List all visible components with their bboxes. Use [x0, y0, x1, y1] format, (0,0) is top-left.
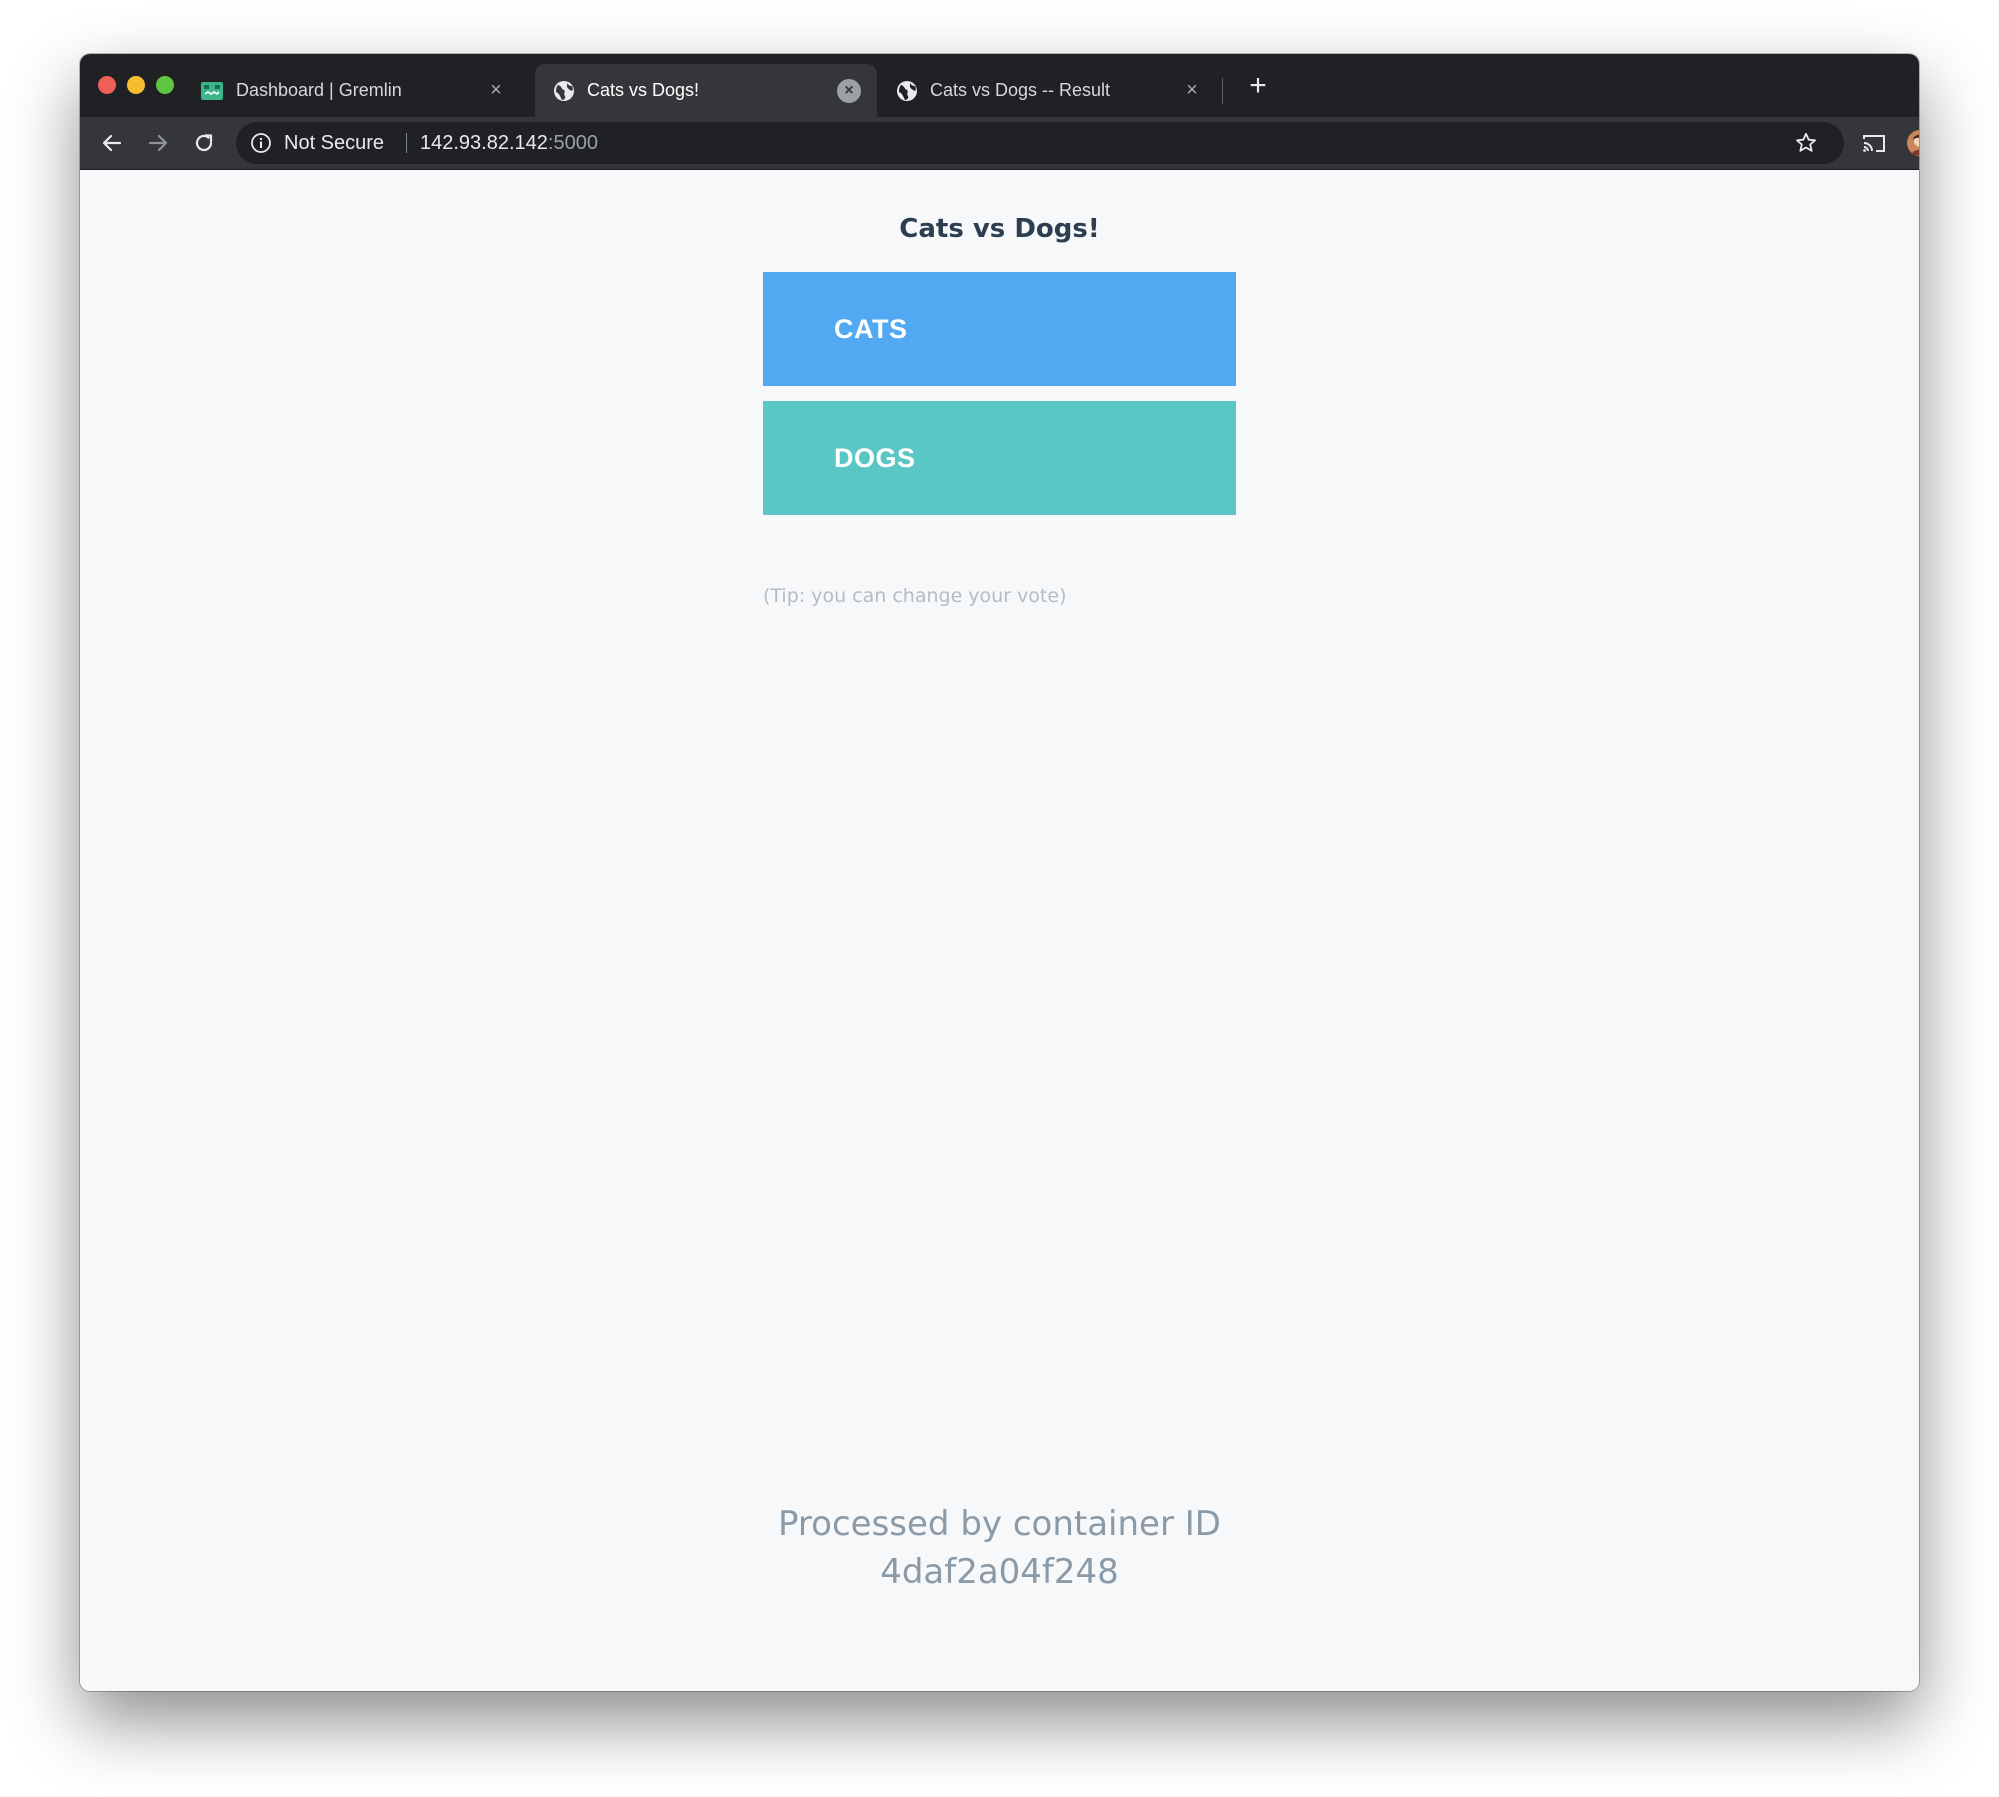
- reload-icon: [195, 134, 213, 152]
- address-separator: [406, 133, 407, 153]
- tab-title: Dashboard | Gremlin: [236, 80, 402, 100]
- profile-avatar[interactable]: [1904, 127, 1919, 159]
- minimize-window-button[interactable]: [127, 76, 145, 94]
- arrow-right-icon: [148, 134, 168, 152]
- info-icon[interactable]: [250, 132, 272, 154]
- back-button[interactable]: [96, 127, 128, 159]
- cast-button[interactable]: [1858, 127, 1890, 159]
- tab-divider: [1222, 78, 1223, 104]
- url-host: 142.93.82.142: [420, 132, 548, 154]
- cast-icon: [1863, 135, 1885, 152]
- bookmark-star-icon[interactable]: [1794, 131, 1818, 155]
- maximize-window-button[interactable]: [156, 76, 174, 94]
- container-id-value: 4daf2a04f248: [880, 1552, 1119, 1592]
- address-bar[interactable]: Not Secure 142.93.82.142:5000: [236, 122, 1844, 164]
- tab-close-icon[interactable]: ×: [484, 79, 508, 103]
- new-tab-button[interactable]: +: [1240, 68, 1276, 104]
- container-id-label: Processed by container ID: [778, 1504, 1221, 1544]
- globe-icon: [896, 80, 918, 102]
- vote-dogs-button[interactable]: DOGS: [763, 401, 1236, 515]
- tab-cats-vs-dogs-result[interactable]: Cats vs Dogs -- Result ×: [878, 64, 1220, 117]
- vote-tip: (Tip: you can change your vote): [763, 585, 1067, 607]
- tab-title: Cats vs Dogs!: [587, 80, 700, 100]
- gremlin-favicon-icon: [200, 80, 224, 102]
- tab-dashboard-gremlin[interactable]: Dashboard | Gremlin ×: [182, 64, 524, 117]
- security-status[interactable]: Not Secure: [284, 122, 384, 164]
- page-title: Cats vs Dogs!: [899, 214, 1100, 244]
- url-port: :5000: [547, 132, 598, 154]
- tab-strip: Dashboard | Gremlin × Cats vs Dogs! × Ca…: [80, 54, 1919, 117]
- page-content: Cats vs Dogs! CATS DOGS (Tip: you can ch…: [80, 170, 1919, 1691]
- browser-window: Dashboard | Gremlin × Cats vs Dogs! × Ca…: [80, 54, 1919, 1691]
- tab-close-icon[interactable]: ×: [1180, 79, 1204, 103]
- url-text[interactable]: 142.93.82.142:5000: [420, 122, 598, 164]
- tab-title: Cats vs Dogs -- Result: [930, 80, 1111, 100]
- avatar-icon: [1907, 130, 1919, 156]
- globe-icon: [553, 80, 575, 102]
- close-window-button[interactable]: [98, 76, 116, 94]
- vote-cats-button[interactable]: CATS: [763, 272, 1236, 386]
- tab-cats-vs-dogs[interactable]: Cats vs Dogs! ×: [535, 64, 877, 117]
- forward-button[interactable]: [142, 127, 174, 159]
- tab-close-icon[interactable]: ×: [837, 78, 861, 103]
- reload-button[interactable]: [188, 127, 220, 159]
- browser-toolbar: Not Secure 142.93.82.142:5000: [80, 117, 1919, 170]
- arrow-left-icon: [102, 134, 122, 152]
